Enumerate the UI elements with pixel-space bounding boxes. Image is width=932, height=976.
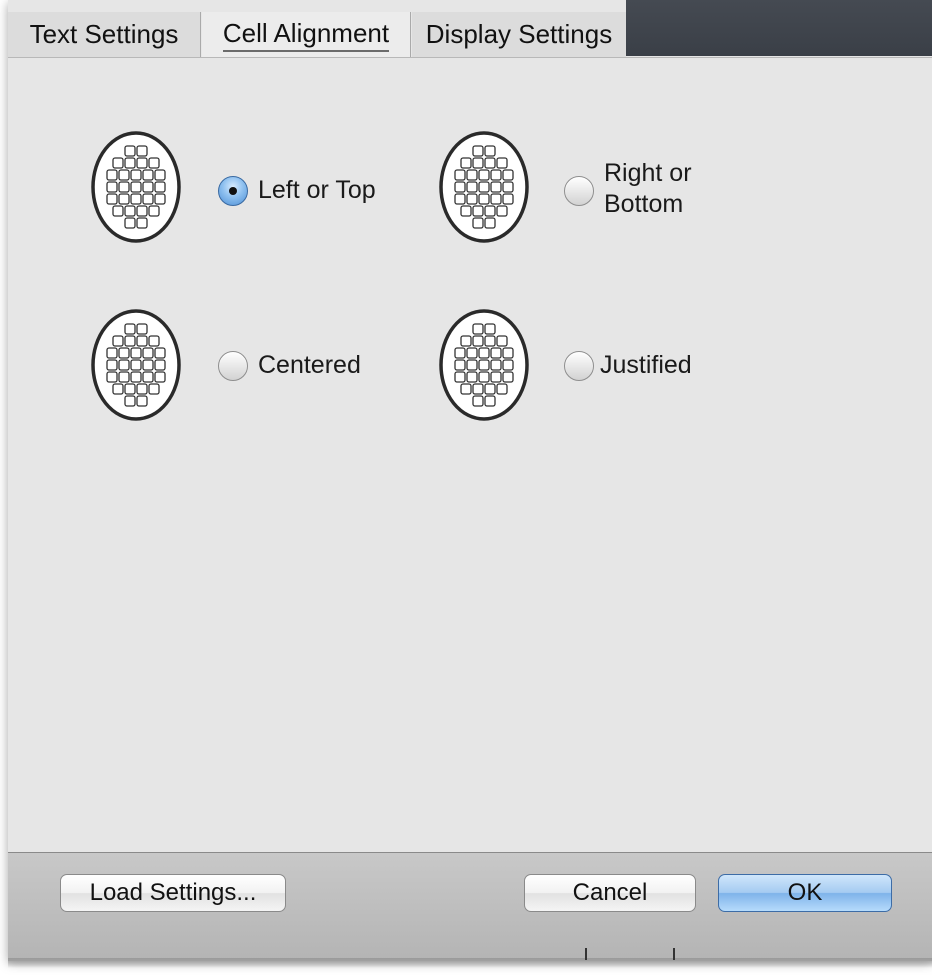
tab-label: Text Settings: [29, 19, 179, 49]
option-label-left-or-top: Left or Top: [258, 176, 376, 204]
cancel-button[interactable]: Cancel: [524, 874, 696, 912]
braille-cell-left-icon: [91, 131, 181, 243]
divider-tick: [673, 948, 675, 960]
option-label-line: Right or: [604, 159, 692, 187]
braille-cell-right-icon: [439, 131, 529, 243]
braille-cell-centered-icon: [91, 309, 181, 421]
tab-bar: Text Settings Cell Alignment Display Set…: [8, 0, 932, 58]
option-label-right-or-bottom: Right or Bottom: [604, 158, 692, 220]
tab-label: Cell Alignment: [222, 18, 390, 52]
window-shadow: [8, 958, 932, 968]
tab-cell-alignment[interactable]: Cell Alignment: [202, 12, 411, 58]
divider-tick: [585, 948, 587, 960]
button-label: Load Settings...: [89, 879, 257, 906]
load-settings-button[interactable]: Load Settings...: [60, 874, 286, 912]
radio-justified[interactable]: [564, 351, 594, 381]
tab-text-settings[interactable]: Text Settings: [8, 12, 201, 58]
option-label-centered: Centered: [258, 351, 361, 379]
option-label-line: Bottom: [604, 190, 684, 218]
tab-bar-background: [626, 0, 932, 56]
button-label: Cancel: [572, 879, 648, 906]
tab-display-settings[interactable]: Display Settings: [412, 12, 626, 58]
tab-label: Display Settings: [425, 19, 613, 49]
radio-centered[interactable]: [218, 351, 248, 381]
radio-right-or-bottom[interactable]: [564, 176, 594, 206]
radio-left-or-top[interactable]: [218, 176, 248, 206]
ok-button[interactable]: OK: [718, 874, 892, 912]
dialog-window: Text Settings Cell Alignment Display Set…: [8, 0, 932, 961]
tab-divider: [8, 57, 932, 58]
braille-cell-justified-icon: [439, 309, 529, 421]
option-label-justified: Justified: [600, 351, 692, 379]
button-label: OK: [787, 879, 823, 906]
button-bar: Load Settings... Cancel OK: [8, 852, 932, 961]
